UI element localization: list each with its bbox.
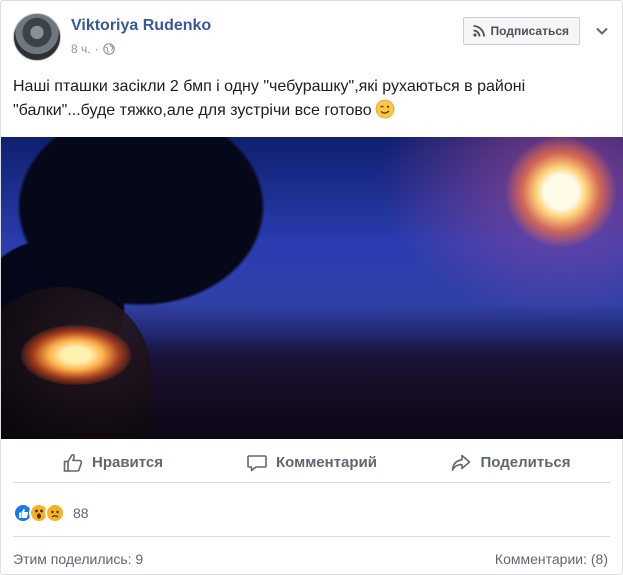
comment-icon — [247, 454, 267, 471]
share-button[interactable]: Поделиться — [411, 443, 610, 482]
share-icon — [452, 454, 471, 471]
action-bar: Нравится Комментарий Поделиться — [13, 443, 610, 483]
sad-reaction-icon — [45, 503, 65, 523]
follow-button[interactable]: Подписаться — [462, 17, 580, 45]
wink-emoji-icon — [375, 99, 395, 119]
post-text: Наші пташки засікли 2 бмп і одну "чебура… — [13, 78, 526, 119]
post-header: Viktoriya Rudenko 8 ч. · Подписаться — [13, 13, 610, 61]
video-flare-right — [506, 137, 616, 247]
share-label: Поделиться — [480, 454, 571, 471]
comments-link[interactable]: Комментарии: (8) — [495, 551, 608, 567]
rss-icon — [472, 25, 485, 37]
comment-button[interactable]: Комментарий — [212, 443, 411, 482]
reactions-summary[interactable]: 88 — [13, 501, 89, 525]
shares-link[interactable]: Этим поделились: 9 — [13, 551, 143, 567]
follow-label: Подписаться — [490, 24, 569, 38]
chevron-down-icon[interactable] — [594, 23, 610, 39]
thumbs-up-icon — [63, 453, 83, 472]
video-headlight-left — [21, 325, 131, 385]
avatar[interactable] — [13, 13, 61, 61]
like-button[interactable]: Нравится — [13, 443, 212, 482]
reaction-count: 88 — [73, 505, 89, 521]
comment-label: Комментарий — [275, 454, 377, 471]
like-label: Нравится — [91, 454, 164, 471]
post-card: Viktoriya Rudenko 8 ч. · Подписаться Наш… — [0, 0, 623, 575]
divider — [13, 536, 610, 537]
author-name[interactable]: Viktoriya Rudenko — [71, 17, 211, 35]
video-player[interactable] — [1, 137, 623, 439]
globe-icon — [102, 43, 115, 55]
post-meta: 8 ч. · — [71, 42, 115, 56]
post-time[interactable]: 8 ч. — [71, 42, 91, 56]
